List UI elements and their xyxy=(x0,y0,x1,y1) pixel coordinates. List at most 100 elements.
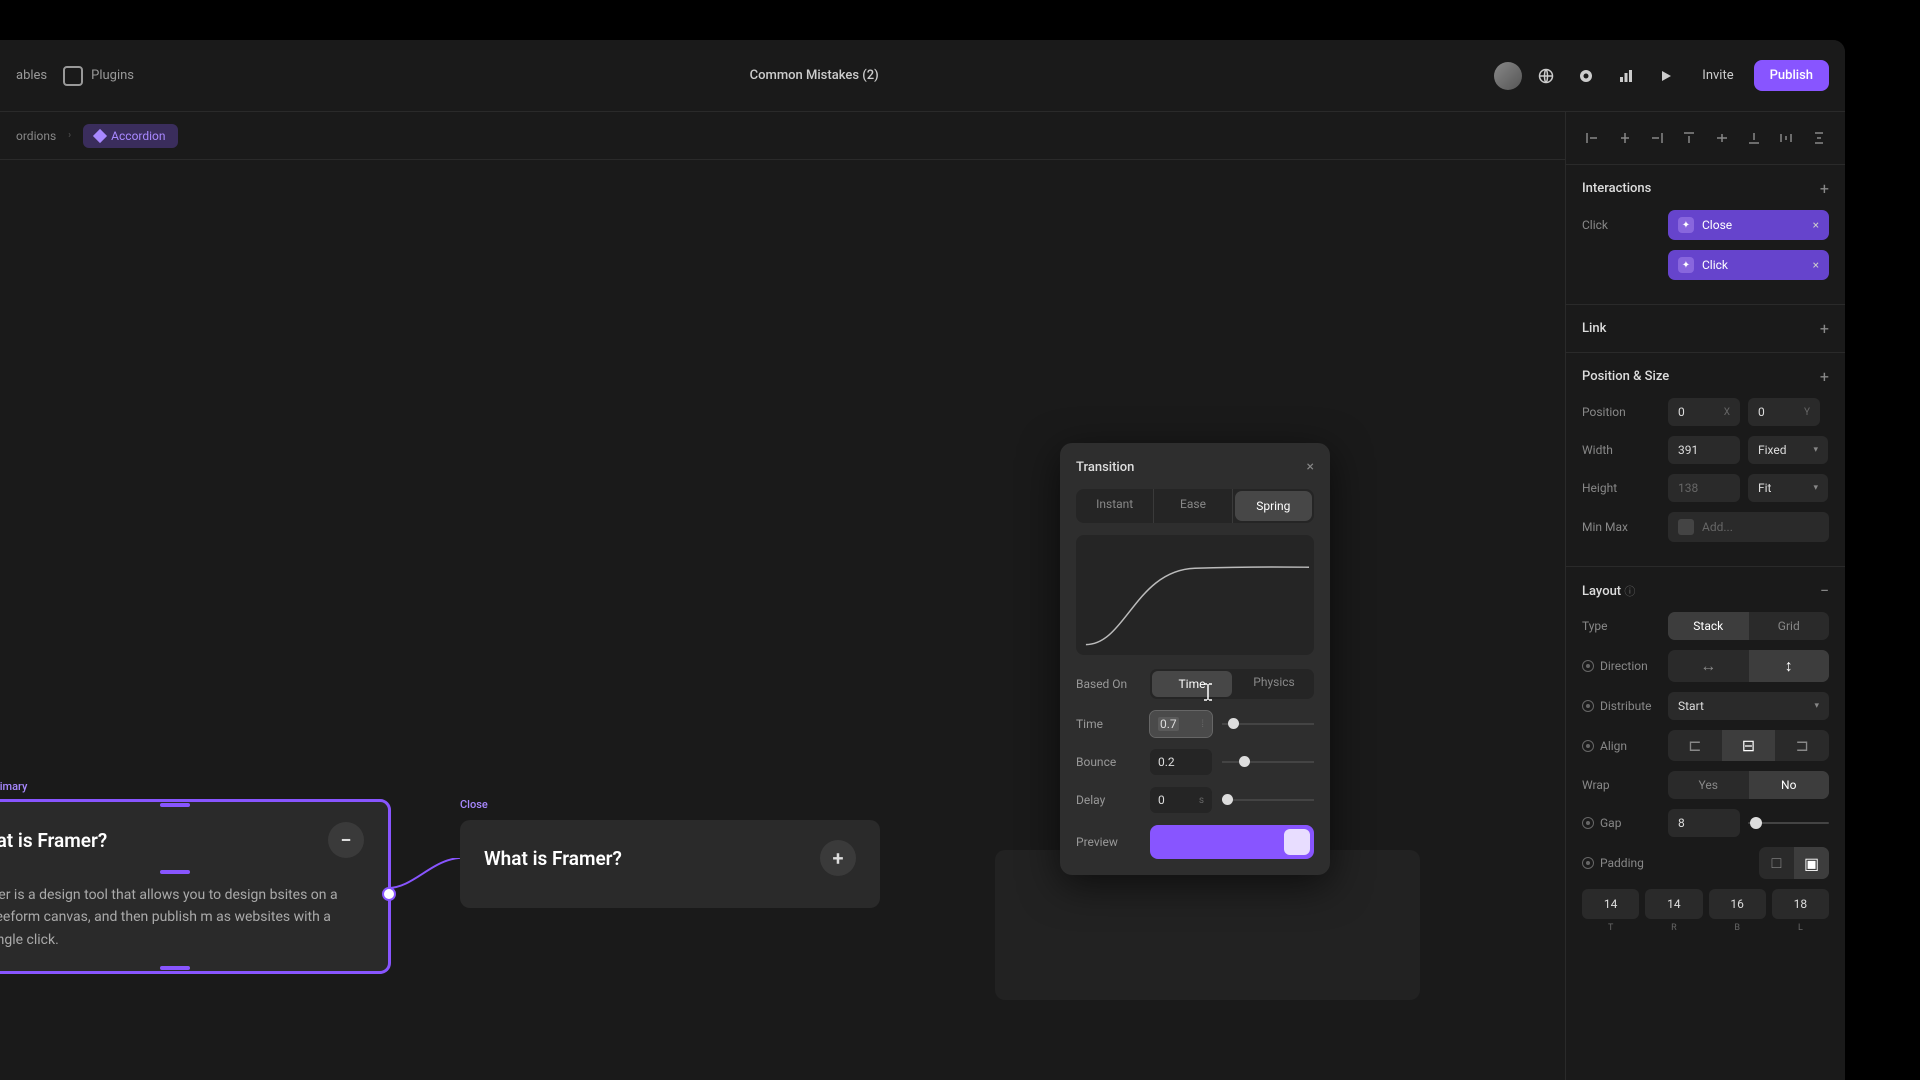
padding-bottom-input[interactable]: 16 xyxy=(1709,889,1766,919)
delay-input[interactable]: 0s xyxy=(1150,787,1212,813)
width-input[interactable]: 391 xyxy=(1668,436,1740,464)
text-cursor-icon xyxy=(1200,682,1216,702)
direction-label: Direction xyxy=(1582,659,1660,673)
wrap-yes-button[interactable]: Yes xyxy=(1668,771,1749,799)
invite-button[interactable]: Invite xyxy=(1690,68,1745,83)
alignment-toolbar xyxy=(1566,112,1845,165)
collapse-layout-button[interactable]: − xyxy=(1820,581,1829,600)
wrap-label: Wrap xyxy=(1582,778,1660,792)
publish-button[interactable]: Publish xyxy=(1754,60,1829,91)
align-bottom-icon[interactable] xyxy=(1740,124,1768,152)
document-title: Common Mistakes (2) xyxy=(134,68,1494,83)
close-popup-button[interactable]: × xyxy=(1307,459,1314,475)
collapse-button[interactable]: − xyxy=(328,822,364,858)
wrap-no-button[interactable]: No xyxy=(1749,771,1830,799)
padding-top-input[interactable]: 14 xyxy=(1582,889,1639,919)
minmax-icon xyxy=(1678,519,1694,535)
direction-vertical-button[interactable]: ↕ xyxy=(1749,650,1830,682)
analytics-icon[interactable] xyxy=(1610,60,1642,92)
expand-button[interactable]: + xyxy=(820,840,856,876)
type-segmented: Stack Grid xyxy=(1668,612,1829,640)
nav-variables[interactable]: ables xyxy=(16,68,47,83)
direction-horizontal-button[interactable]: ↔ xyxy=(1668,650,1749,682)
align-left-icon[interactable] xyxy=(1578,124,1606,152)
transition-popup: Transition × Instant Ease Spring Based O… xyxy=(1060,443,1330,875)
resize-handle-mid[interactable] xyxy=(160,870,190,874)
preview-animation[interactable] xyxy=(1150,825,1314,859)
time-slider[interactable] xyxy=(1222,723,1314,725)
padding-sides-button[interactable]: ▣ xyxy=(1794,847,1829,879)
align-segmented: ⊏ ⊟ ⊐ xyxy=(1668,730,1829,761)
section-layout: Layout ⓘ − Type Stack Grid Direction ↔ ↕… xyxy=(1566,567,1845,947)
card-open-title: hat is Framer? xyxy=(0,829,107,852)
bounce-label: Bounce xyxy=(1076,755,1140,769)
add-possize-button[interactable]: + xyxy=(1820,367,1829,386)
align-top-icon[interactable] xyxy=(1675,124,1703,152)
interaction-chip-click[interactable]: ✦ Click × xyxy=(1668,250,1829,280)
type-grid-button[interactable]: Grid xyxy=(1749,612,1830,640)
bounce-slider[interactable] xyxy=(1222,761,1314,763)
height-input[interactable]: 138 xyxy=(1668,474,1740,502)
canvas[interactable]: pen · Primary hat is Framer? − mer is a … xyxy=(0,160,1565,1080)
card-close-title: What is Framer? xyxy=(484,847,622,870)
add-interaction-button[interactable]: + xyxy=(1820,179,1829,198)
minmax-label: Min Max xyxy=(1582,520,1660,534)
gear-icon[interactable] xyxy=(1570,60,1602,92)
avatar[interactable] xyxy=(1494,62,1522,90)
globe-icon[interactable] xyxy=(1530,60,1562,92)
align-start-button[interactable]: ⊏ xyxy=(1668,730,1722,761)
resize-handle-bottom[interactable] xyxy=(160,966,190,970)
position-x-input[interactable]: 0X xyxy=(1668,398,1740,426)
play-icon[interactable] xyxy=(1650,60,1682,92)
time-input[interactable]: 0.7⁞ xyxy=(1150,711,1212,737)
padding-left-input[interactable]: 18 xyxy=(1772,889,1829,919)
position-y-input[interactable]: 0Y xyxy=(1748,398,1820,426)
tab-instant[interactable]: Instant xyxy=(1076,489,1153,523)
interaction-chip-close[interactable]: ✦ Close × xyxy=(1668,210,1829,240)
chip-label: Click xyxy=(1702,258,1728,272)
minmax-input[interactable]: Add... xyxy=(1668,512,1829,542)
align-center-v-icon[interactable] xyxy=(1708,124,1736,152)
section-position-size: Position & Size + Position 0X 0Y Width 3… xyxy=(1566,353,1845,567)
type-stack-button[interactable]: Stack xyxy=(1668,612,1749,640)
chip-label: Close xyxy=(1702,218,1732,232)
align-end-button[interactable]: ⊐ xyxy=(1775,730,1829,761)
bounce-input[interactable]: 0.2 xyxy=(1150,749,1212,775)
padding-uniform-button[interactable]: □ xyxy=(1759,847,1794,879)
align-center-button[interactable]: ⊟ xyxy=(1722,730,1776,761)
width-mode-select[interactable]: Fixed▾ xyxy=(1748,436,1828,464)
resize-handle-top[interactable] xyxy=(160,803,190,807)
distribute-select[interactable]: Start▾ xyxy=(1668,692,1829,720)
tab-ease[interactable]: Ease xyxy=(1153,489,1232,523)
based-on-time-button[interactable]: Time xyxy=(1152,671,1232,697)
pad-b-label: B xyxy=(1709,923,1766,933)
section-interactions: Interactions + Click ✦ Close × ✦ Click × xyxy=(1566,165,1845,305)
remove-interaction-button[interactable]: × xyxy=(1813,218,1819,232)
possize-title: Position & Size xyxy=(1582,369,1669,384)
accordion-variant-open[interactable]: pen · Primary hat is Framer? − mer is a … xyxy=(0,800,390,973)
accordion-variant-close[interactable]: Close What is Framer? + xyxy=(460,820,880,908)
breadcrumb-parent[interactable]: ordions xyxy=(16,129,56,143)
padding-right-input[interactable]: 14 xyxy=(1645,889,1702,919)
type-label: Type xyxy=(1582,619,1660,633)
height-label: Height xyxy=(1582,481,1660,495)
pad-r-label: R xyxy=(1645,923,1702,933)
distribute-h-icon[interactable] xyxy=(1772,124,1800,152)
gap-slider[interactable] xyxy=(1748,822,1829,824)
height-mode-select[interactable]: Fit▾ xyxy=(1748,474,1828,502)
gap-input[interactable]: 8 xyxy=(1668,809,1740,837)
align-label: Align xyxy=(1582,739,1660,753)
distribute-v-icon[interactable] xyxy=(1805,124,1833,152)
nav-plugins[interactable]: Plugins xyxy=(63,66,134,86)
breadcrumb-active[interactable]: Accordion xyxy=(83,124,177,148)
align-right-icon[interactable] xyxy=(1643,124,1671,152)
delay-slider[interactable] xyxy=(1222,799,1314,801)
distribute-label: Distribute xyxy=(1582,699,1660,713)
align-center-h-icon[interactable] xyxy=(1610,124,1638,152)
add-link-button[interactable]: + xyxy=(1820,319,1829,338)
remove-interaction-button[interactable]: × xyxy=(1813,258,1819,272)
based-on-label: Based On xyxy=(1076,677,1140,691)
link-title: Link xyxy=(1582,321,1606,336)
based-on-physics-button[interactable]: Physics xyxy=(1234,669,1314,699)
tab-spring[interactable]: Spring xyxy=(1235,491,1312,521)
